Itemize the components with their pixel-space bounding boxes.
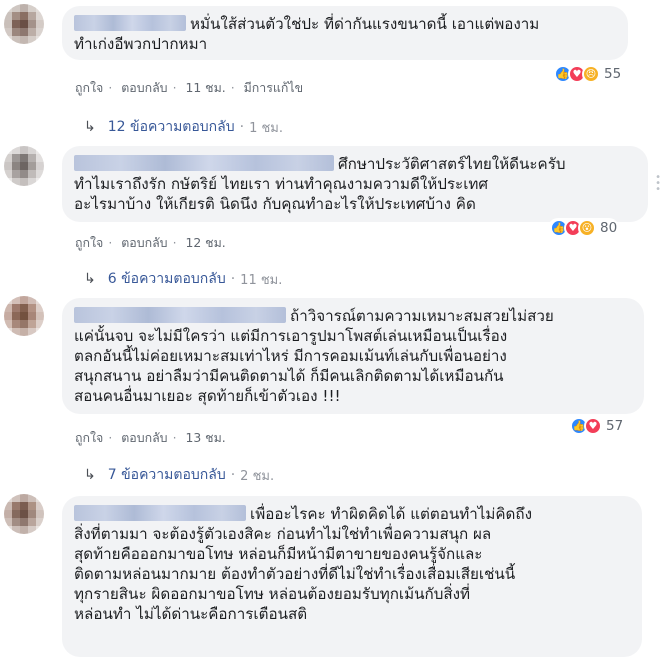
- reply-arrow-icon: ↳: [84, 271, 96, 287]
- reaction-count: 57: [606, 418, 624, 434]
- view-replies-link[interactable]: ↳ 7 ข้อความตอบกลับ · 2 ชม.: [84, 464, 274, 486]
- reply-button[interactable]: ตอบกลับ: [121, 80, 167, 95]
- comment-text: สิ่งที่ตามมา จะต้องรู้ตัวเองสิคะ ก่อนทำไ…: [74, 525, 492, 543]
- reaction-summary[interactable]: 👍 ♥ 😮 80: [548, 218, 620, 238]
- author-name-blurred[interactable]: [74, 15, 186, 31]
- wow-icon: 😮: [578, 219, 596, 237]
- avatar[interactable]: [4, 296, 44, 336]
- avatar[interactable]: [4, 4, 44, 44]
- view-replies-link[interactable]: ↳ 6 ข้อความตอบกลับ · 11 ชม.: [84, 268, 282, 290]
- author-name-blurred[interactable]: [74, 505, 246, 521]
- reaction-summary[interactable]: 👍 ♥ 😠 55: [552, 64, 624, 84]
- reaction-count: 80: [600, 220, 618, 236]
- like-button[interactable]: ถูกใจ: [75, 430, 103, 445]
- comment-text: ศึกษาประวัติศาสตร์ไทยให้ดีนะครับ: [338, 155, 566, 173]
- comment-text: ติดตามหล่อนมากมาย ต้องทำตัวอย่างที่ดีไม่…: [74, 565, 516, 583]
- replies-count[interactable]: 7 ข้อความตอบกลับ: [108, 464, 226, 486]
- comment-text: อะไรมาบ้าง ให้เกียรติ นิดนึง กับคุณทำอะไ…: [74, 195, 476, 213]
- reaction-summary[interactable]: 👍 ♥ 57: [568, 416, 626, 436]
- reply-button[interactable]: ตอบกลับ: [121, 235, 167, 250]
- comment-bubble: เพื่ออะไรคะ ทำผิดคิดได้ แต่ตอนทำไม่คิดถึ…: [62, 496, 642, 657]
- comment-text: สุดท้ายคือออกมาขอโทษ หล่อนก็มีหน้ามีตาขา…: [74, 545, 483, 563]
- comment-actions: ถูกใจ · ตอบกลับ · 11 ชม. · มีการแก้ไข: [75, 80, 304, 95]
- author-name-blurred[interactable]: [74, 307, 286, 323]
- comment-bubble: ศึกษาประวัติศาสตร์ไทยให้ดีนะครับ ทำไมเรา…: [62, 146, 648, 222]
- comment-text: ตลกอันนี้ไม่ค่อยเหมาะสมเท่าไหร่ มีการคอม…: [74, 347, 507, 365]
- avatar[interactable]: [4, 494, 44, 534]
- reply-arrow-icon: ↳: [84, 467, 96, 483]
- comment-text: แค่นั้นจบ จะไม่มีใครว่า แต่มีการเอารูปมา…: [74, 327, 508, 345]
- reaction-count: 55: [604, 66, 622, 82]
- comment-text: หล่อนทำ ไม่ได้ด่านะคือการเตือนสติ: [74, 605, 308, 623]
- love-icon: ♥: [584, 417, 602, 435]
- like-button[interactable]: ถูกใจ: [75, 80, 103, 95]
- author-name-blurred[interactable]: [74, 155, 334, 171]
- replies-count[interactable]: 6 ข้อความตอบกลับ: [108, 268, 226, 290]
- comment-text: ทำไมเราถึงรัก กษัตริย์ ไทยเรา ท่านทำคุณง…: [74, 175, 489, 193]
- reply-button[interactable]: ตอบกลับ: [121, 430, 167, 445]
- timestamp[interactable]: 11 ชม.: [185, 80, 225, 95]
- comment-actions: ถูกใจ · ตอบกลับ · 13 ชม.: [75, 430, 226, 445]
- comment-actions: ถูกใจ · ตอบกลับ · 12 ชม.: [75, 235, 226, 250]
- timestamp[interactable]: 12 ชม.: [185, 235, 225, 250]
- more-options-icon[interactable]: • • •: [655, 173, 661, 195]
- angry-icon: 😠: [582, 65, 600, 83]
- timestamp[interactable]: 13 ชม.: [185, 430, 225, 445]
- replies-time: 1 ชม.: [249, 120, 284, 136]
- replies-time: 11 ชม.: [240, 272, 283, 288]
- comment-text: สอนคนอื่นมาเยอะ สุดท้ายก็เข้าตัวเอง !!!: [74, 387, 341, 405]
- comment-text: ทำเก่งอีพวกปากหมา: [74, 35, 208, 53]
- comment-text: ทุกรายสินะ ผิดออกมาขอโทษ หล่อนต้องยอมรับ…: [74, 585, 471, 603]
- view-replies-link[interactable]: ↳ 12 ข้อความตอบกลับ · 1 ชม.: [84, 116, 283, 138]
- avatar[interactable]: [4, 146, 44, 186]
- comment-text: ถ้าวิจารณ์ตามความเหมาะสมสวยไม่สวย: [290, 307, 554, 325]
- edited-label[interactable]: มีการแก้ไข: [244, 80, 303, 95]
- reply-arrow-icon: ↳: [84, 119, 96, 135]
- like-button[interactable]: ถูกใจ: [75, 235, 103, 250]
- comment-text: สนุกสนาน อย่าลืมว่ามีคนติดตามได้ ก็มีคนเ…: [74, 367, 504, 385]
- replies-count[interactable]: 12 ข้อความตอบกลับ: [108, 116, 235, 138]
- comment-bubble: หมั่นใส้ส่วนตัวใช่ปะ ที่ด่ากันแรงขนาดนี้…: [62, 6, 628, 60]
- comment-text: หมั่นใส้ส่วนตัวใช่ปะ ที่ด่ากันแรงขนาดนี้…: [190, 15, 540, 33]
- comment-bubble: ถ้าวิจารณ์ตามความเหมาะสมสวยไม่สวย แค่นั้…: [62, 298, 644, 414]
- replies-time: 2 ชม.: [240, 468, 275, 484]
- comment-text: เพื่ออะไรคะ ทำผิดคิดได้ แต่ตอนทำไม่คิดถึ…: [250, 505, 533, 523]
